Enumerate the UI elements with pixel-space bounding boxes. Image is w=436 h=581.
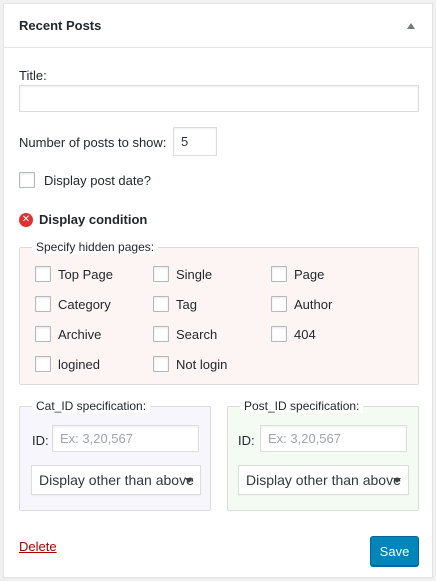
widget-header[interactable]: Recent Posts bbox=[4, 4, 432, 48]
widget-title: Recent Posts bbox=[19, 18, 102, 33]
post-id-select-value: Display other than above bbox=[246, 472, 401, 488]
recent-posts-widget: Recent Posts Title: Number of posts to s… bbox=[3, 3, 433, 578]
cat-id-fieldset: Cat_ID specification: ID: Display other … bbox=[19, 399, 211, 511]
save-button[interactable]: Save bbox=[370, 536, 419, 566]
hidden-pages-fieldset: Specify hidden pages: Top Page Single Pa… bbox=[19, 240, 419, 385]
cat-id-select-value: Display other than above bbox=[39, 472, 194, 488]
display-condition-heading: ✕ Display condition bbox=[19, 212, 147, 227]
hidden-pages-legend: Specify hidden pages: bbox=[32, 240, 159, 254]
delete-link[interactable]: Delete bbox=[19, 539, 57, 554]
hidden-page-checkbox[interactable] bbox=[35, 326, 51, 342]
display-post-date-label: Display post date? bbox=[44, 172, 151, 188]
display-condition-title: Display condition bbox=[39, 212, 148, 227]
hidden-page-option[interactable]: Top Page bbox=[35, 266, 113, 282]
hidden-page-option[interactable]: Search bbox=[153, 326, 217, 342]
hidden-page-label: Top Page bbox=[58, 266, 113, 282]
title-label: Title: bbox=[19, 68, 47, 83]
hidden-page-checkbox[interactable] bbox=[153, 266, 169, 282]
hidden-page-option[interactable]: Page bbox=[271, 266, 324, 282]
hidden-page-option[interactable]: logined bbox=[35, 356, 100, 372]
hidden-page-checkbox[interactable] bbox=[271, 326, 287, 342]
hidden-page-label: 404 bbox=[294, 326, 316, 342]
chevron-down-icon bbox=[185, 478, 193, 483]
hidden-page-label: logined bbox=[58, 356, 100, 372]
chevron-down-icon bbox=[393, 478, 401, 483]
cat-id-label: ID: bbox=[32, 433, 49, 448]
error-x-icon: ✕ bbox=[19, 212, 33, 227]
post-id-legend: Post_ID specification: bbox=[240, 399, 364, 413]
hidden-page-option[interactable]: Archive bbox=[35, 326, 101, 342]
hidden-page-label: Single bbox=[176, 266, 213, 282]
hidden-page-checkbox[interactable] bbox=[35, 356, 51, 372]
cat-id-input[interactable] bbox=[52, 425, 199, 452]
hidden-page-checkbox[interactable] bbox=[35, 296, 51, 312]
hidden-page-label: Archive bbox=[58, 326, 102, 342]
hidden-page-checkbox[interactable] bbox=[271, 296, 287, 312]
cat-id-select[interactable]: Display other than above bbox=[31, 465, 201, 495]
hidden-page-option[interactable]: Tag bbox=[153, 296, 197, 312]
post-id-label: ID: bbox=[238, 433, 255, 448]
post-id-fieldset: Post_ID specification: ID: Display other… bbox=[227, 399, 419, 511]
hidden-page-checkbox[interactable] bbox=[271, 266, 287, 282]
hidden-page-checkbox[interactable] bbox=[153, 326, 169, 342]
hidden-page-option[interactable]: Author bbox=[271, 296, 332, 312]
hidden-page-option[interactable]: 404 bbox=[271, 326, 316, 342]
post-id-select[interactable]: Display other than above bbox=[238, 465, 409, 495]
hidden-page-checkbox[interactable] bbox=[153, 356, 169, 372]
hidden-page-option[interactable]: Category bbox=[35, 296, 111, 312]
triangle-up-icon[interactable] bbox=[407, 22, 415, 29]
number-of-posts-label: Number of posts to show: bbox=[19, 135, 167, 150]
cat-id-legend: Cat_ID specification: bbox=[32, 399, 151, 413]
hidden-page-label: Not login bbox=[176, 356, 228, 372]
display-post-date-checkbox[interactable] bbox=[19, 172, 35, 188]
hidden-page-label: Category bbox=[58, 296, 111, 312]
display-post-date-row[interactable]: Display post date? bbox=[19, 172, 151, 188]
title-input[interactable] bbox=[19, 85, 419, 112]
post-id-input[interactable] bbox=[260, 425, 407, 452]
hidden-page-label: Page bbox=[294, 266, 325, 282]
hidden-page-label: Author bbox=[294, 296, 333, 312]
hidden-page-checkbox[interactable] bbox=[153, 296, 169, 312]
hidden-page-label: Search bbox=[176, 326, 218, 342]
number-of-posts-input[interactable] bbox=[173, 127, 217, 156]
hidden-page-label: Tag bbox=[176, 296, 197, 312]
hidden-page-checkbox[interactable] bbox=[35, 266, 51, 282]
hidden-page-option[interactable]: Single bbox=[153, 266, 212, 282]
hidden-page-option[interactable]: Not login bbox=[153, 356, 227, 372]
